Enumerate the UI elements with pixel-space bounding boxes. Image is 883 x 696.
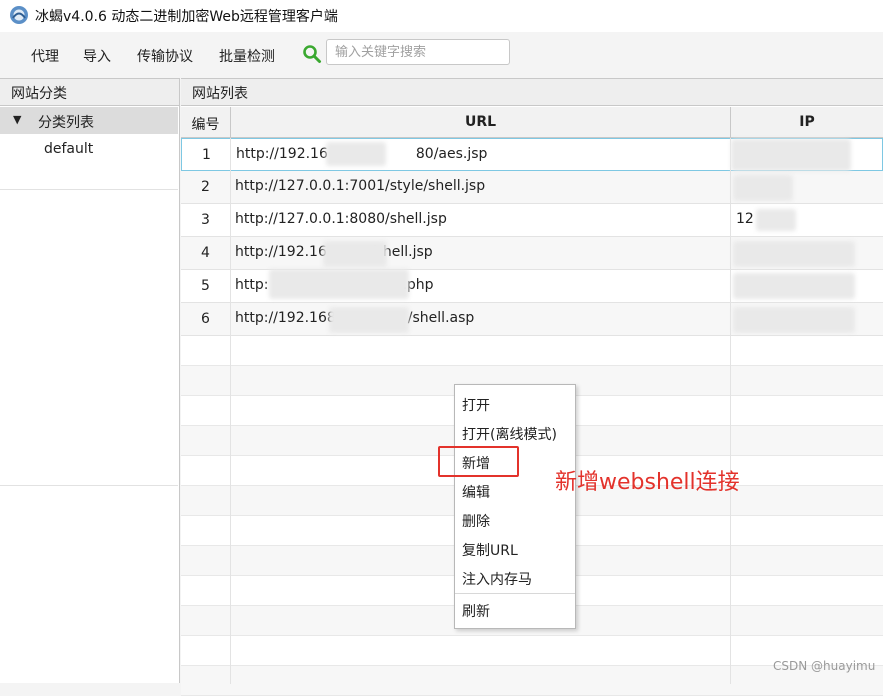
expand-arrow-icon[interactable]: ▼: [13, 113, 21, 126]
category-panel: 网站分类 ▼ 分类列表 default: [0, 78, 180, 683]
redaction-blur: [733, 175, 793, 201]
row-id: 2: [201, 179, 210, 195]
menu-open[interactable]: 打开: [462, 395, 490, 415]
row-id: 3: [201, 212, 210, 228]
annotation-text: 新增webshell连接: [555, 470, 740, 495]
context-menu: 打开 打开(离线模式) 新增 编辑 删除 复制URL 注入内存马 刷新: [454, 384, 576, 629]
redaction-blur: [733, 307, 855, 333]
divider: [0, 485, 178, 486]
menu-copy-url[interactable]: 复制URL: [462, 540, 518, 560]
row-id: 6: [201, 311, 210, 327]
row-url: http://127.0.0.1:7001/style/shell.jsp: [235, 178, 486, 194]
watermark: CSDN @huayimu: [773, 659, 876, 673]
menu-proxy[interactable]: 代理: [31, 46, 59, 66]
redaction-blur: [323, 241, 387, 267]
redaction-blur: [733, 273, 855, 299]
row-id: 4: [201, 245, 210, 261]
column-header-id[interactable]: 编号: [181, 107, 231, 138]
empty-row: [181, 336, 883, 366]
redaction-blur: [329, 307, 409, 333]
column-header-ip[interactable]: IP: [731, 107, 883, 138]
site-list-title: 网站列表: [181, 79, 883, 106]
category-item-default[interactable]: default: [44, 141, 93, 157]
app-logo-icon: [10, 6, 28, 24]
row-id: 5: [201, 278, 210, 294]
menu-refresh[interactable]: 刷新: [462, 601, 490, 621]
menu-open-offline[interactable]: 打开(离线模式): [462, 424, 557, 444]
window-title: 冰蝎v4.0.6 动态二进制加密Web远程管理客户端: [35, 9, 338, 25]
redaction-blur: [756, 209, 796, 231]
menu-delete[interactable]: 删除: [462, 511, 490, 531]
menu-separator: [455, 593, 575, 594]
row-ip: 12: [736, 211, 754, 227]
annotation-highlight-box: [438, 446, 519, 477]
redaction-blur: [731, 139, 851, 171]
column-header-url[interactable]: URL: [231, 107, 731, 138]
redaction-blur: [733, 241, 855, 267]
menu-bar: 代理 导入 传输协议 批量检测: [0, 36, 883, 72]
row-id: 1: [202, 147, 211, 163]
menu-batch-check[interactable]: 批量检测: [219, 46, 275, 66]
category-tree-root-label: 分类列表: [38, 115, 94, 131]
redaction-blur: [269, 269, 409, 299]
row-url: http://127.0.0.1:8080/shell.jsp: [235, 211, 447, 227]
category-panel-title: 网站分类: [0, 79, 179, 106]
title-bar: 冰蝎v4.0.6 动态二进制加密Web远程管理客户端: [0, 0, 883, 32]
divider: [0, 189, 178, 190]
column-divider: [730, 138, 731, 684]
menu-transport-protocol[interactable]: 传输协议: [137, 46, 193, 66]
search-input[interactable]: [326, 39, 510, 65]
menu-edit[interactable]: 编辑: [462, 482, 490, 502]
column-divider: [230, 138, 231, 684]
menu-import[interactable]: 导入: [83, 46, 111, 66]
category-tree-root[interactable]: ▼ 分类列表: [0, 107, 178, 134]
search-icon[interactable]: [302, 44, 322, 64]
redaction-blur: [326, 142, 386, 166]
menu-inject-memshell[interactable]: 注入内存马: [462, 569, 532, 589]
